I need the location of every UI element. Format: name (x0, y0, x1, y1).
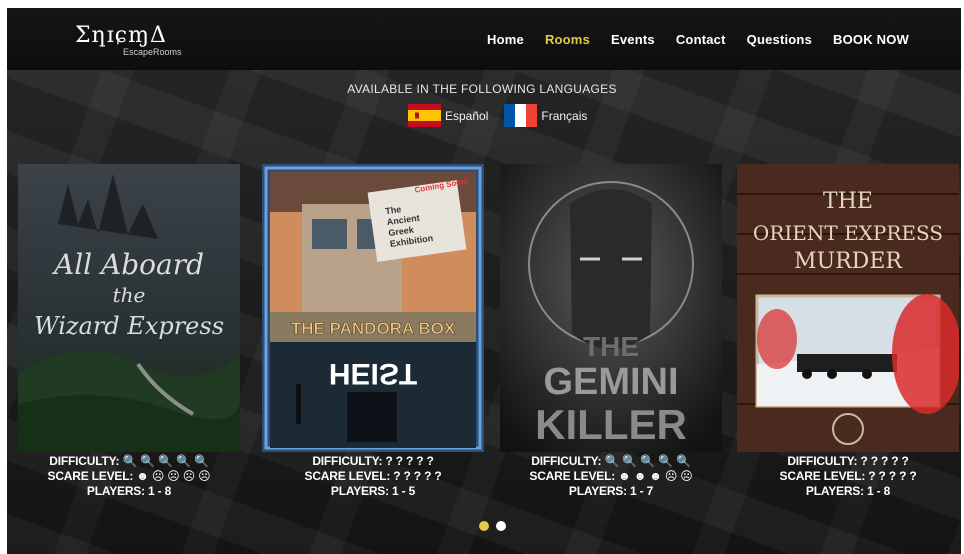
navbar: ƩƞɪɕɱΔ EscapeRooms Home Rooms Events Con… (7, 8, 961, 70)
players-value: 1 - 8 (867, 484, 891, 498)
poster-title-line: KILLER (535, 401, 687, 448)
difficulty-row: DIFFICULTY: 🔍 🔍 🔍 🔍 🔍 (18, 454, 240, 469)
poster-title-line: MURDER (794, 249, 903, 274)
room-info: DIFFICULTY: 🔍 🔍 🔍 🔍 🔍 SCARE LEVEL: ☻ ☹ ☹… (18, 454, 240, 499)
spain-flag-icon (408, 104, 441, 127)
room-poster-orient-express-murder[interactable]: THE ORIENT EXPRESS MURDER (737, 164, 959, 452)
nav-book-now[interactable]: BOOK NOW (833, 32, 909, 47)
language-spanish[interactable]: Español (408, 104, 488, 127)
players-value: 1 - 8 (148, 484, 172, 498)
nav-questions[interactable]: Questions (747, 32, 812, 47)
poster-title-line: THE (583, 331, 639, 362)
room-poster-gemini-killer[interactable]: THE GEMINI KILLER (500, 164, 722, 452)
scare-rating: ☻ ☹ ☹ ☹ ☹ (136, 469, 211, 483)
scare-label: SCARE LEVEL: (779, 469, 866, 483)
main-nav: Home Rooms Events Contact Questions BOOK… (487, 32, 909, 47)
frame-edge-left (0, 0, 7, 554)
players-label: PLAYERS: (330, 484, 389, 498)
room-poster-pandora-box-heist[interactable]: Coming Soon! The Ancient Greek Exhibitio… (262, 164, 484, 452)
players-label: PLAYERS: (86, 484, 145, 498)
room-info: DIFFICULTY: 🔍 🔍 🔍 🔍 🔍 SCARE LEVEL: ☻ ☻ ☻… (500, 454, 722, 499)
players-row: PLAYERS: 1 - 5 (262, 484, 484, 499)
difficulty-label: DIFFICULTY: (531, 454, 602, 468)
language-french[interactable]: Français (504, 104, 587, 127)
nav-home[interactable]: Home (487, 32, 524, 47)
poster-title-line: THE PANDORA BOX (291, 319, 456, 338)
scare-row: SCARE LEVEL: ☻ ☻ ☻ ☹ ☹ (500, 469, 722, 484)
room-card[interactable]: All Aboard the Wizard Express DIFFICULTY… (18, 164, 240, 499)
players-row: PLAYERS: 1 - 7 (500, 484, 722, 499)
difficulty-label: DIFFICULTY: (312, 454, 383, 468)
language-label: Français (541, 108, 588, 123)
poster-title-line: ORIENT EXPRESS (753, 221, 943, 245)
scare-label: SCARE LEVEL: (304, 469, 391, 483)
room-info: DIFFICULTY: ? ? ? ? ? SCARE LEVEL: ? ? ?… (262, 454, 484, 499)
scare-rating: ☻ ☻ ☻ ☹ ☹ (618, 469, 693, 483)
scare-row: SCARE LEVEL: ? ? ? ? ? (737, 469, 959, 484)
difficulty-rating: ? ? ? ? ? (860, 454, 909, 468)
difficulty-label: DIFFICULTY: (49, 454, 120, 468)
scare-rating: ? ? ? ? ? (393, 469, 442, 483)
difficulty-row: DIFFICULTY: ? ? ? ? ? (262, 454, 484, 469)
difficulty-row: DIFFICULTY: 🔍 🔍 🔍 🔍 🔍 (500, 454, 722, 469)
difficulty-rating: ? ? ? ? ? (385, 454, 434, 468)
carousel-dot-active[interactable] (479, 521, 489, 531)
logo[interactable]: ƩƞɪɕɱΔ EscapeRooms (75, 23, 182, 57)
poster-title-line: GEMINI (543, 361, 678, 403)
poster-title-line: the (113, 283, 146, 307)
logo-subtitle: EscapeRooms (123, 47, 182, 57)
players-label: PLAYERS: (568, 484, 627, 498)
room-card[interactable]: THE ORIENT EXPRESS MURDER DIFFICULTY: ? … (737, 164, 959, 499)
logo-text: ƩƞɪɕɱΔ (75, 23, 167, 48)
difficulty-row: DIFFICULTY: ? ? ? ? ? (737, 454, 959, 469)
nav-rooms[interactable]: Rooms (545, 32, 590, 47)
scare-row: SCARE LEVEL: ☻ ☹ ☹ ☹ ☹ (18, 469, 240, 484)
players-value: 1 - 7 (630, 484, 654, 498)
poster-title-line: Wizard Express (34, 312, 224, 340)
poster-title-line: HEIST (329, 357, 417, 390)
scare-label: SCARE LEVEL: (47, 469, 134, 483)
players-value: 1 - 5 (392, 484, 416, 498)
room-poster-wizard-express[interactable]: All Aboard the Wizard Express (18, 164, 240, 452)
carousel-dot[interactable] (496, 521, 506, 531)
scare-label: SCARE LEVEL: (529, 469, 616, 483)
players-row: PLAYERS: 1 - 8 (18, 484, 240, 499)
scare-row: SCARE LEVEL: ? ? ? ? ? (262, 469, 484, 484)
page: ƩƞɪɕɱΔ EscapeRooms Home Rooms Events Con… (0, 0, 964, 554)
room-card[interactable]: Coming Soon! The Ancient Greek Exhibitio… (262, 164, 484, 499)
room-info: DIFFICULTY: ? ? ? ? ? SCARE LEVEL: ? ? ?… (737, 454, 959, 499)
frame-edge-top (0, 0, 964, 8)
nav-events[interactable]: Events (611, 32, 655, 47)
carousel-pagination (479, 521, 506, 531)
france-flag-icon (504, 104, 538, 127)
players-row: PLAYERS: 1 - 8 (737, 484, 959, 499)
players-label: PLAYERS: (805, 484, 864, 498)
difficulty-rating: 🔍 🔍 🔍 🔍 🔍 (122, 454, 209, 468)
language-label: Español (445, 108, 489, 123)
nav-contact[interactable]: Contact (676, 32, 726, 47)
difficulty-rating: 🔍 🔍 🔍 🔍 🔍 (604, 454, 691, 468)
language-list: Español Français (408, 104, 587, 127)
poster-title-line: THE (823, 189, 873, 214)
scare-rating: ? ? ? ? ? (868, 469, 917, 483)
languages-heading: AVAILABLE IN THE FOLLOWING LANGUAGES (347, 82, 617, 96)
room-card[interactable]: THE GEMINI KILLER DIFFICULTY: 🔍 🔍 🔍 🔍 🔍 … (500, 164, 722, 499)
difficulty-label: DIFFICULTY: (787, 454, 858, 468)
poster-title-line: All Aboard (51, 248, 204, 281)
